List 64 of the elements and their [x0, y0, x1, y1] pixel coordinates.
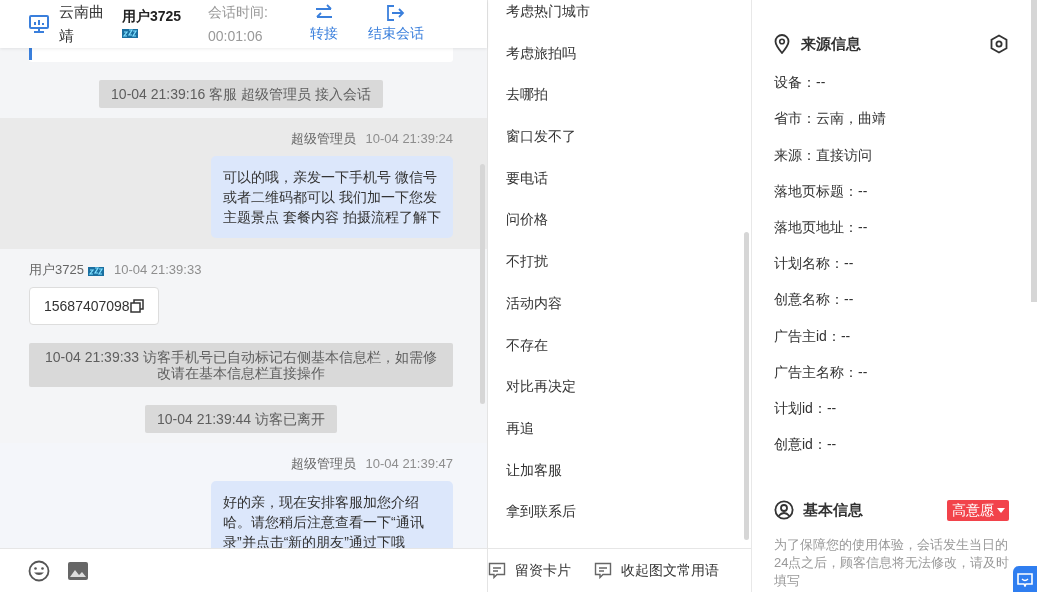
location-text: 云南曲靖	[59, 2, 105, 46]
phrase-item[interactable]: 不打扰	[506, 251, 548, 272]
info-field: 广告主id：--	[774, 325, 1009, 346]
phrase-item[interactable]: 问价格	[506, 209, 548, 230]
header-action[interactable]: 结束会话	[367, 4, 424, 44]
message-time: 10-04 21:39:47	[365, 455, 453, 473]
phrase-item[interactable]: 让加客服	[506, 459, 562, 480]
info-field: 设备：--	[774, 72, 1009, 93]
phrase-item[interactable]: 窗口发不了	[506, 126, 576, 147]
info-field: 创意名称：--	[774, 289, 1009, 310]
info-field: 计划id：--	[774, 397, 1009, 418]
info-field: 广告主名称：--	[774, 361, 1009, 382]
info-field: 落地页地址：--	[774, 216, 1009, 237]
comment-icon	[488, 562, 506, 579]
phone-number: 15687407098	[44, 297, 130, 315]
info-field: 落地页标题：--	[774, 180, 1009, 201]
message-time: 10-04 21:39:24	[365, 130, 453, 148]
scrollbar-thumb[interactable]	[744, 232, 749, 540]
scrollbar-thumb[interactable]	[480, 164, 485, 404]
phrase-item[interactable]: 考虑旅拍吗	[506, 42, 576, 63]
sender-name: 超级管理员	[290, 455, 356, 473]
section-title: 基本信息	[803, 500, 864, 520]
info-field: 省市：云南，曲靖	[774, 108, 1009, 129]
phrase-item[interactable]: 对比再决定	[506, 376, 576, 397]
section-title: 来源信息	[801, 34, 862, 54]
comment-icon	[594, 562, 612, 579]
chat-float-button[interactable]	[1013, 566, 1037, 592]
notice-text: 为了保障您的使用体验，会话发生当日的24点之后，顾客信息将无法修改，请及时填写	[774, 536, 1011, 591]
settings-icon[interactable]	[989, 34, 1009, 54]
exit-icon	[385, 4, 406, 22]
location-pin-icon	[774, 34, 790, 54]
phrase-item[interactable]: 要电话	[506, 167, 548, 188]
sender-name: 用户3725	[29, 261, 84, 279]
message-bubble: 可以的哦，亲发一下手机号 微信号或者二维码都可以 我们加一下您发主题景点 套餐内容 拍摄流程了解下	[211, 156, 453, 238]
phrase-item[interactable]: 再追	[506, 417, 534, 438]
scrollbar-thumb[interactable]	[1031, 0, 1037, 302]
phrase-item[interactable]: 考虑热门城市	[506, 1, 590, 21]
emoji-icon[interactable]	[28, 559, 50, 582]
phrase-item[interactable]: 不存在	[506, 334, 548, 355]
session-time: 00:01:06	[208, 27, 264, 46]
info-field: 计划名称：--	[774, 253, 1009, 274]
header-action[interactable]: 转接	[309, 4, 338, 44]
person-icon	[774, 500, 794, 521]
system-notice: 10-04 21:39:44 访客已离开	[144, 405, 338, 433]
session-label: 会话时间:	[208, 3, 268, 22]
phrase-item[interactable]: 去哪拍	[506, 84, 548, 105]
card-accent-bar	[29, 48, 32, 60]
phrase-action[interactable]: 收起图文常用语	[594, 561, 719, 580]
image-icon[interactable]	[67, 560, 89, 581]
system-notice: 10-04 21:39:16 客服 超级管理员 接入会话	[99, 80, 383, 108]
copy-icon[interactable]	[129, 299, 144, 313]
system-notice: 10-04 21:39:33 访客手机号已自动标记右侧基本信息栏，如需修改请在基本信息栏直接操作	[29, 343, 453, 387]
monitor-icon	[28, 14, 50, 34]
caret-icon	[997, 507, 1005, 513]
phrase-action[interactable]: 留资卡片	[488, 561, 571, 580]
user-name: 用户3725	[122, 8, 182, 24]
chat-icon	[1017, 573, 1033, 587]
info-field: 创意id：--	[774, 434, 1009, 455]
message-time: 10-04 21:39:33	[113, 261, 202, 279]
phrase-item[interactable]: 活动内容	[506, 292, 562, 313]
sender-name: 超级管理员	[290, 130, 356, 148]
intent-dropdown[interactable]: 高意愿	[947, 499, 1009, 521]
info-field: 来源：直接访问	[774, 144, 1009, 165]
phrase-item[interactable]: 拿到联系后	[506, 501, 576, 522]
